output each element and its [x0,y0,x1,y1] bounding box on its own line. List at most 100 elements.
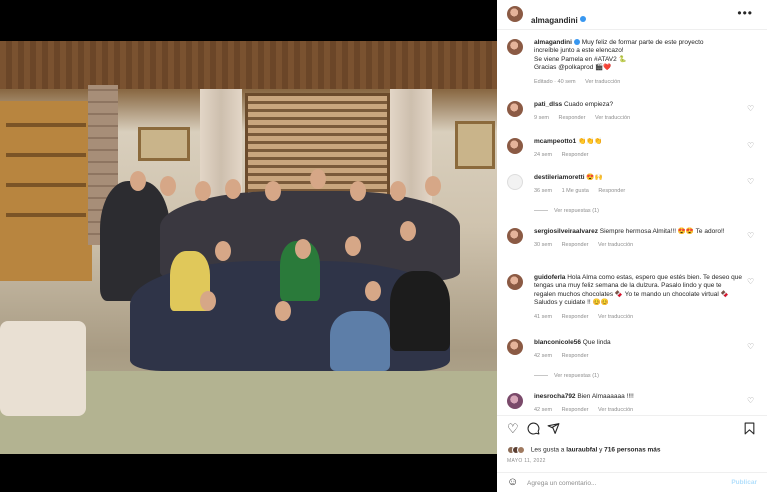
comment-username[interactable]: inesrocha792 [534,393,576,400]
comment-body: inesrocha792 Bien Almaaaaaa !!!! 42 sem … [534,393,744,415]
comment-body: blanconicole56 Que linda 42 sem Responde… [534,339,744,361]
comment-meta: 9 sem Responder Ver traducción [534,114,744,122]
comment-time: 41 sem [534,313,553,320]
comment-time: 24 sem [534,152,553,159]
comment-like-heart-icon[interactable]: ♡ [747,178,755,186]
comment-time: 42 sem [534,353,553,360]
reply-button[interactable]: Responder [562,407,589,413]
more-icon[interactable]: ••• [737,6,753,20]
caption-username[interactable]: almagandini [534,39,572,46]
comment-time: 42 sem [534,407,553,414]
reply-button[interactable]: Responder [559,115,586,121]
reply-button[interactable]: Responder [562,314,589,320]
comment-avatar[interactable] [507,339,523,355]
likes-summary[interactable]: Les gusta a lauraubfal y 716 personas má… [507,446,661,454]
comment-body: destileriamoretti 😍🙌 36 sem 1 Me gusta R… [534,174,744,196]
comment-text: Bien Almaaaaaa !!!! [577,393,634,400]
caption-line-1: Muy feliz de formar parte de este proyec… [581,39,704,46]
post-header: almagandini ••• [497,0,767,30]
reply-button[interactable]: Responder [598,188,625,194]
comment-icon[interactable] [527,422,540,437]
verified-badge-icon [579,15,586,22]
translate-link[interactable]: Ver traducción [598,314,633,320]
bookmark-icon[interactable] [744,422,755,437]
caption-translate-link[interactable]: Ver traducción [585,79,620,85]
comment-avatar[interactable] [507,174,523,190]
comment-input[interactable] [527,477,717,489]
comment-like-heart-icon[interactable]: ♡ [747,397,755,405]
photo-shelf [0,101,92,281]
comment-avatar[interactable] [507,101,523,117]
caption-avatar[interactable] [507,39,523,55]
comment-body: sergiosilveiraalvarez Siempre hermosa Al… [534,228,744,250]
add-comment-bar: ☺ Publicar [497,472,767,492]
comment-text: Cuado empieza? [564,101,614,108]
post-photo[interactable] [0,41,497,454]
photo-sofa [0,321,86,416]
likes-user[interactable]: lauraubfal [566,447,597,454]
comment-text: Que linda [582,339,611,346]
comment-like-heart-icon[interactable]: ♡ [747,142,755,150]
caption-verified-badge-icon [573,39,580,46]
comment-meta: 30 sem Responder Ver traducción [534,241,744,249]
caption-edited: Editado · 40 sem [534,78,576,85]
post-media [0,0,497,492]
comment-meta: 42 sem Responder [534,352,744,360]
comment-meta: 41 sem Responder Ver traducción [534,313,744,321]
reply-button[interactable]: Responder [562,242,589,248]
caption-line-2: increíble junto a este elencazo! [534,47,624,55]
comment-body: mcampeotto1 👏👏👏 24 sem Responder [534,138,744,160]
comment-meta: 36 sem 1 Me gusta Responder [534,187,744,195]
photo-crowd [100,141,475,391]
comment-like-heart-icon[interactable]: ♡ [747,232,755,240]
comment-username[interactable]: blanconicole56 [534,339,581,346]
comments-list[interactable]: almagandini Muy feliz de formar parte de… [497,31,767,415]
comment-avatar[interactable] [507,393,523,409]
author-name-wrap: almagandini [531,10,586,28]
translate-link[interactable]: Ver traducción [595,115,630,121]
likes-prefix: Les gusta a [530,446,565,454]
author-avatar[interactable] [507,6,523,22]
caption-line-3: Se viene Pamela en #ATAV2 🐍 [534,55,627,63]
view-replies-button[interactable]: Ver respuestas (1) [534,208,599,214]
publish-button[interactable]: Publicar [731,479,757,486]
comment-text: Siempre hermosa Almita!!! 😍😍 Te adoro!! [599,228,725,235]
comment-meta: 42 sem Responder Ver traducción [534,406,744,414]
photo-ceiling [0,41,497,89]
translate-link[interactable]: Ver traducción [598,407,633,413]
author-username[interactable]: almagandini [531,16,578,25]
post-actions: ♡ Les gusta a lauraubfal y 716 personas … [497,415,767,465]
comment-username[interactable]: mcampeotto1 [534,138,576,145]
likes-others[interactable]: 716 personas más [604,447,660,454]
reply-button[interactable]: Responder [562,152,589,158]
comment-text: 👏👏👏 [578,138,603,145]
share-icon[interactable] [547,422,560,437]
reply-button[interactable]: Responder [562,353,589,359]
translate-link[interactable]: Ver traducción [598,242,633,248]
comment-like-heart-icon[interactable]: ♡ [747,105,755,113]
comment-username[interactable]: pati_dlss [534,101,562,108]
comment-time: 36 sem [534,188,553,195]
caption-line-4: Gracias @polkaprod 🎬❤️ [534,64,612,72]
comment-username[interactable]: destileriamoretti [534,174,585,181]
comment-username[interactable]: guidoferla [534,274,565,281]
post-date: MAYO 11, 2022 [507,458,546,464]
emoji-icon[interactable]: ☺ [507,477,518,488]
comment-avatar[interactable] [507,228,523,244]
caption-body: almagandini Muy feliz de formar parte de… [534,39,744,86]
heart-icon[interactable]: ♡ [507,422,519,435]
comment-likes-count[interactable]: 1 Me gusta [562,188,589,194]
view-replies-button[interactable]: Ver respuestas (1) [534,373,599,379]
comment-body: pati_dlss Cuado empieza? 9 sem Responder… [534,101,744,123]
comment-avatar[interactable] [507,274,523,290]
comment-like-heart-icon[interactable]: ♡ [747,343,755,351]
comment-meta: 24 sem Responder [534,151,744,159]
comment-like-heart-icon[interactable]: ♡ [747,278,755,286]
comment-body: guidoferla Hola Alma como estas, espero … [534,274,744,321]
comment-avatar[interactable] [507,138,523,154]
comment-text: Hola Alma como estas, espero que estés b… [534,274,743,307]
comment-time: 9 sem [534,115,549,122]
liker-avatar [517,446,525,454]
comment-username[interactable]: sergiosilveiraalvarez [534,228,598,235]
likes-connector: y [599,446,603,454]
